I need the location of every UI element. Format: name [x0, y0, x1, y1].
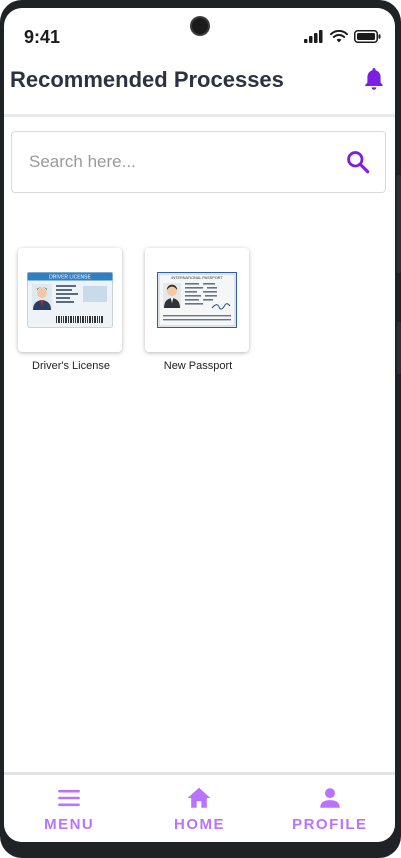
menu-icon — [58, 789, 80, 807]
status-icons — [304, 30, 381, 43]
nav-item-menu[interactable]: MENU — [4, 775, 134, 842]
nav-item-home[interactable]: HOME — [134, 775, 264, 842]
card-label: Driver's License — [32, 360, 110, 372]
bottom-nav: MENU HOME PROFILE — [4, 772, 395, 842]
person-icon — [320, 788, 340, 808]
search-icon[interactable] — [345, 149, 371, 175]
bell-icon[interactable] — [363, 66, 385, 92]
volume-button — [397, 322, 401, 374]
search-input[interactable] — [12, 132, 345, 192]
passport-icon: INTERNATIONAL PASSPORT — [157, 272, 237, 328]
license-card-header: DRIVER LICENSE — [49, 275, 91, 281]
process-card-drivers-license[interactable]: DRIVER LICENSE Driver's License — [18, 248, 124, 372]
wifi-icon — [330, 30, 348, 43]
power-button — [397, 175, 401, 273]
status-time: 9:41 — [24, 27, 61, 47]
nav-item-profile[interactable]: PROFILE — [265, 775, 395, 842]
battery-icon — [354, 30, 381, 43]
nav-label-profile: PROFILE — [292, 816, 368, 833]
card-thumbnail: DRIVER LICENSE — [18, 248, 122, 352]
app-header: Recommended Processes — [4, 60, 395, 117]
drivers-license-icon: DRIVER LICENSE — [27, 272, 113, 328]
card-label: New Passport — [163, 360, 233, 372]
signal-icon — [304, 30, 323, 43]
card-thumbnail: INTERNATIONAL PASSPORT — [145, 248, 249, 352]
passport-card-header: INTERNATIONAL PASSPORT — [171, 276, 223, 280]
nav-label-menu: MENU — [44, 816, 95, 833]
phone-frame: 9:41 Recommended Processes Search here..… — [0, 0, 401, 858]
page-title: Recommended Processes — [10, 67, 284, 92]
screen: 9:41 Recommended Processes Search here..… — [4, 8, 395, 842]
camera-icon — [192, 18, 208, 34]
search-bar — [11, 131, 386, 193]
nav-label-home: HOME — [173, 816, 225, 833]
process-card-new-passport[interactable]: INTERNATIONAL PASSPORT New Passport — [145, 248, 251, 372]
status-bar: 9:41 — [4, 8, 395, 60]
home-icon — [188, 787, 211, 808]
